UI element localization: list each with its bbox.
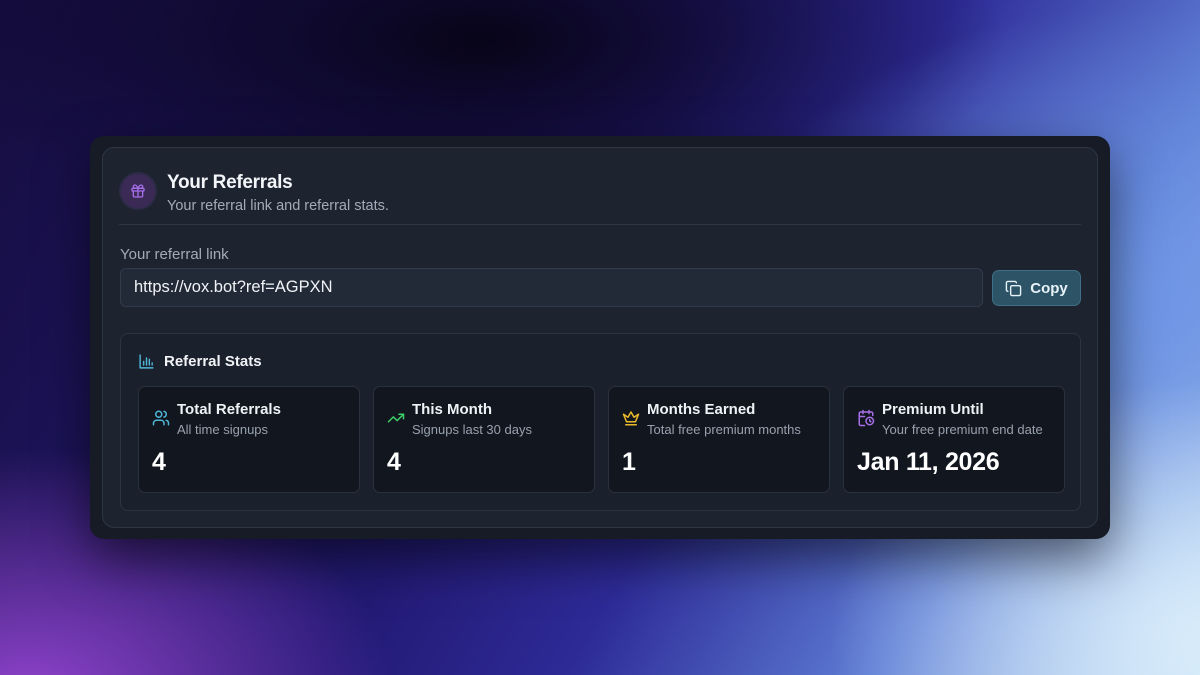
- stats-title: Referral Stats: [164, 353, 262, 370]
- calendar-clock-icon: [858, 409, 875, 427]
- bar-chart-icon: [139, 354, 154, 369]
- stat-subtitle: All time signups: [177, 422, 269, 437]
- stat-value: 4: [152, 448, 166, 476]
- stat-subtitle: Your free premium end date: [882, 422, 1043, 437]
- page-title: Your Referrals: [167, 172, 293, 193]
- card-header: Your Referrals Your referral link and re…: [119, 172, 1081, 225]
- stat-value: Jan 11, 2026: [857, 448, 1000, 476]
- page-subtitle: Your referral link and referral stats.: [167, 198, 389, 214]
- crown-icon: [622, 411, 640, 426]
- referral-link-field[interactable]: https://vox.bot?ref=AGPXN: [120, 268, 983, 307]
- stat-value: 1: [622, 448, 636, 476]
- referral-link-label: Your referral link: [120, 246, 229, 263]
- stat-title: This Month: [412, 401, 492, 418]
- referrals-card: Your Referrals Your referral link and re…: [102, 147, 1098, 528]
- stat-title: Total Referrals: [177, 401, 281, 418]
- stat-value: 4: [387, 448, 401, 476]
- users-icon: [152, 410, 170, 426]
- copy-button[interactable]: Copy: [992, 270, 1081, 306]
- stat-title: Months Earned: [647, 401, 756, 418]
- stat-tile-months-earned: Months Earned Total free premium months …: [608, 386, 830, 493]
- trending-up-icon: [387, 413, 405, 423]
- copy-icon: [1005, 280, 1022, 296]
- copy-button-label: Copy: [1030, 279, 1068, 297]
- stat-title: Premium Until: [882, 401, 984, 418]
- gift-icon: [131, 184, 145, 198]
- stat-subtitle: Total free premium months: [647, 422, 801, 437]
- stats-header: Referral Stats: [138, 353, 262, 370]
- stat-tile-total-referrals: Total Referrals All time signups 4: [138, 386, 360, 493]
- referrals-panel: Your Referrals Your referral link and re…: [90, 136, 1110, 539]
- gift-icon-badge: [121, 174, 155, 208]
- referral-stats-section: Referral Stats Total Referrals All time …: [120, 333, 1081, 511]
- stat-subtitle: Signups last 30 days: [412, 422, 532, 437]
- stat-tile-this-month: This Month Signups last 30 days 4: [373, 386, 595, 493]
- stat-tile-premium-until: Premium Until Your free premium end date…: [843, 386, 1065, 493]
